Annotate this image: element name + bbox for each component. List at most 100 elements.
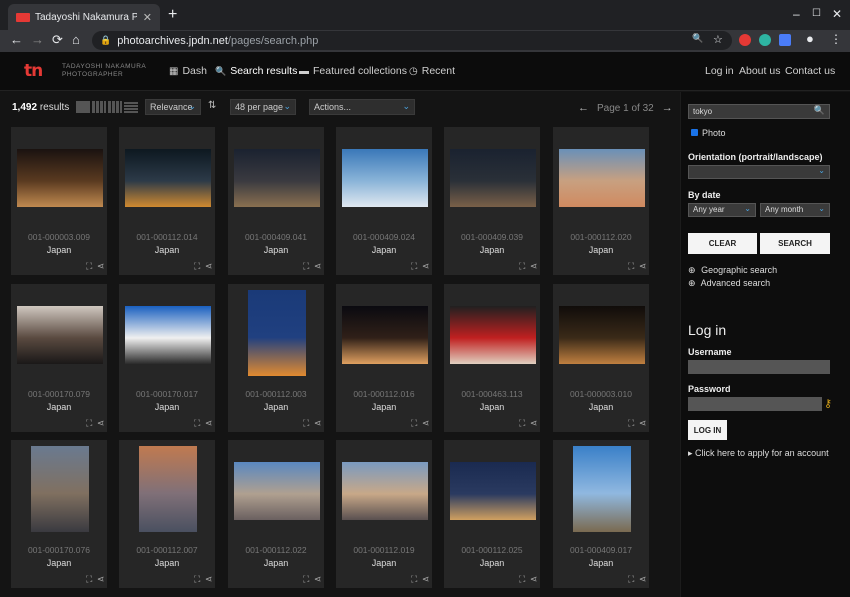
expand-icon[interactable]: ⛶ xyxy=(411,262,417,271)
photo-thumbnail[interactable] xyxy=(234,149,320,207)
expand-icon[interactable]: ⛶ xyxy=(86,419,92,428)
advanced-search-link[interactable]: ⊕ Advanced search xyxy=(688,278,770,289)
reload-icon[interactable]: ⟳ xyxy=(52,32,63,48)
share-icon[interactable]: ⋖ xyxy=(639,419,647,428)
window-close-icon[interactable]: ✕ xyxy=(832,7,842,21)
share-icon[interactable]: ⋖ xyxy=(205,262,213,271)
expand-icon[interactable]: ⛶ xyxy=(628,262,634,271)
photo-thumbnail[interactable] xyxy=(139,446,197,532)
share-icon[interactable]: ⋖ xyxy=(422,419,430,428)
apply-account-link[interactable]: ▸ Click here to apply for an account xyxy=(688,448,829,459)
nav-contact-us[interactable]: Contact us xyxy=(785,65,835,77)
new-tab-icon[interactable]: + xyxy=(168,7,177,23)
photo-thumbnail[interactable] xyxy=(450,306,536,364)
expand-icon[interactable]: ⛶ xyxy=(303,575,309,584)
photo-card[interactable]: 001-000112.003 Japan ⛶ ⋖ xyxy=(228,284,324,432)
address-bar[interactable]: 🔒 photoarchives.jpdn.net /pages/search.p… xyxy=(92,31,732,50)
photo-thumbnail[interactable] xyxy=(559,306,645,364)
view-list-icon[interactable] xyxy=(124,101,138,113)
expand-icon[interactable]: ⛶ xyxy=(411,575,417,584)
photo-card[interactable]: 001-000003.009 Japan ⛶ ⋖ xyxy=(11,127,107,275)
profile-icon[interactable]: ● xyxy=(806,31,814,46)
photo-card[interactable]: 001-000409.024 Japan ⛶ ⋖ xyxy=(336,127,432,275)
photo-card[interactable]: 001-000170.017 Japan ⛶ ⋖ xyxy=(119,284,215,432)
month-select[interactable]: Any month ⌄ xyxy=(760,203,830,217)
browser-menu-icon[interactable]: ⋮ xyxy=(830,32,842,46)
key-icon[interactable]: ⚷ xyxy=(824,397,832,410)
minimize-icon[interactable]: – xyxy=(793,7,800,21)
share-icon[interactable]: ⋖ xyxy=(639,262,647,271)
view-small-icon[interactable] xyxy=(108,101,122,113)
logo-mark[interactable]: tn xyxy=(24,62,43,80)
expand-icon[interactable]: ⛶ xyxy=(628,419,634,428)
share-icon[interactable]: ⋖ xyxy=(530,262,538,271)
share-icon[interactable]: ⋖ xyxy=(205,575,213,584)
share-icon[interactable]: ⋖ xyxy=(205,419,213,428)
share-icon[interactable]: ⋖ xyxy=(530,419,538,428)
photo-card[interactable]: 001-000170.079 Japan ⛶ ⋖ xyxy=(11,284,107,432)
zoom-search-icon[interactable]: 🔍 xyxy=(692,33,703,44)
expand-icon[interactable]: ⛶ xyxy=(519,575,525,584)
photo-thumbnail[interactable] xyxy=(17,149,103,207)
actions-select[interactable]: Actions... ⌄ xyxy=(309,99,415,115)
browser-tab[interactable]: Tadayoshi Nakamura Photograp ✕ xyxy=(8,4,160,30)
photo-thumbnail[interactable] xyxy=(125,306,211,364)
photo-checkbox[interactable] xyxy=(691,129,698,136)
photo-thumbnail[interactable] xyxy=(248,290,306,376)
photo-thumbnail[interactable] xyxy=(234,462,320,520)
nav-recent[interactable]: ◷ Recent xyxy=(409,65,455,77)
photo-thumbnail[interactable] xyxy=(450,462,536,520)
photo-thumbnail[interactable] xyxy=(342,462,428,520)
expand-icon[interactable]: ⛶ xyxy=(86,262,92,271)
photo-card[interactable]: 001-000112.025 Japan ⛶ ⋖ xyxy=(444,440,540,588)
photo-card[interactable]: 001-000409.041 Japan ⛶ ⋖ xyxy=(228,127,324,275)
expand-icon[interactable]: ⛶ xyxy=(86,575,92,584)
share-icon[interactable]: ⋖ xyxy=(422,575,430,584)
expand-icon[interactable]: ⛶ xyxy=(194,419,200,428)
year-select[interactable]: Any year ⌄ xyxy=(688,203,756,217)
share-icon[interactable]: ⋖ xyxy=(97,419,105,428)
sort-select[interactable]: Relevance ⌄ xyxy=(145,99,201,115)
photo-thumbnail[interactable] xyxy=(559,149,645,207)
expand-icon[interactable]: ⛶ xyxy=(411,419,417,428)
photo-card[interactable]: 001-000112.019 Japan ⛶ ⋖ xyxy=(336,440,432,588)
photo-thumbnail[interactable] xyxy=(342,306,428,364)
photo-thumbnail[interactable] xyxy=(342,149,428,207)
search-icon[interactable]: 🔍 xyxy=(814,105,825,116)
clear-button[interactable]: CLEAR xyxy=(688,233,757,254)
expand-icon[interactable]: ⛶ xyxy=(519,419,525,428)
login-button[interactable]: LOG IN xyxy=(688,420,727,440)
photo-card[interactable]: 001-000112.014 Japan ⛶ ⋖ xyxy=(119,127,215,275)
tab-close-icon[interactable]: ✕ xyxy=(143,11,152,24)
expand-icon[interactable]: ⛶ xyxy=(303,419,309,428)
username-input[interactable] xyxy=(688,360,830,374)
photo-card[interactable]: 001-000170.076 Japan ⛶ ⋖ xyxy=(11,440,107,588)
bookmark-star-icon[interactable]: ☆ xyxy=(713,33,723,46)
view-medium-icon[interactable] xyxy=(92,101,106,113)
photo-thumbnail[interactable] xyxy=(450,149,536,207)
photo-card[interactable]: 001-000112.016 Japan ⛶ ⋖ xyxy=(336,284,432,432)
photo-thumbnail[interactable] xyxy=(17,306,103,364)
expand-icon[interactable]: ⛶ xyxy=(519,262,525,271)
nav-about-us[interactable]: About us xyxy=(739,65,780,77)
forward-icon[interactable]: → xyxy=(31,32,44,48)
share-icon[interactable]: ⋖ xyxy=(530,575,538,584)
password-input[interactable] xyxy=(688,397,822,411)
view-large-icon[interactable] xyxy=(76,101,90,113)
expand-icon[interactable]: ⛶ xyxy=(628,575,634,584)
extension-icon[interactable] xyxy=(779,34,791,46)
nav-dash[interactable]: ▦ Dash xyxy=(169,65,207,77)
photo-card[interactable]: 001-000409.017 Japan ⛶ ⋖ xyxy=(553,440,649,588)
prev-page-icon[interactable]: ← xyxy=(578,102,589,114)
per-page-select[interactable]: 48 per page ⌄ xyxy=(230,99,296,115)
nav-search-results[interactable]: 🔍 Search results xyxy=(215,65,297,77)
nav-login[interactable]: Log in xyxy=(705,65,734,77)
search-input[interactable]: tokyo 🔍 xyxy=(688,104,830,119)
photo-thumbnail[interactable] xyxy=(31,446,89,532)
photo-card[interactable]: 001-000003.010 Japan ⛶ ⋖ xyxy=(553,284,649,432)
photo-card[interactable]: 001-000112.007 Japan ⛶ ⋖ xyxy=(119,440,215,588)
home-icon[interactable]: ⌂ xyxy=(72,32,80,48)
next-page-icon[interactable]: → xyxy=(662,102,673,114)
geographic-search-link[interactable]: ⊕ Geographic search xyxy=(688,265,777,276)
photo-card[interactable]: 001-000463.113 Japan ⛶ ⋖ xyxy=(444,284,540,432)
